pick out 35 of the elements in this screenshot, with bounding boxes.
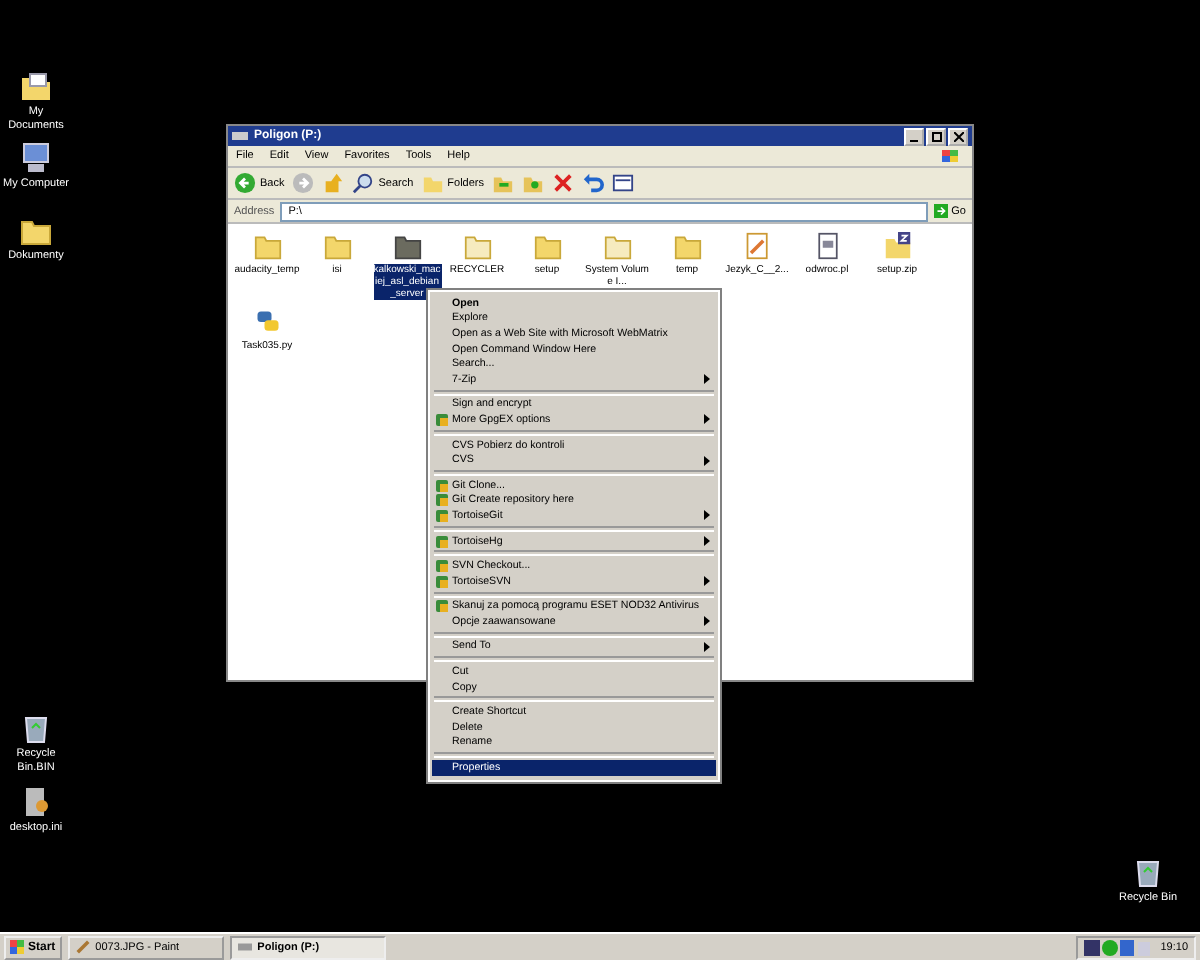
python-file-icon[interactable]: [253, 308, 281, 336]
drive-icon: [237, 940, 252, 954]
up-icon: [322, 172, 345, 194]
delete-button[interactable]: [552, 172, 575, 194]
close-button[interactable]: [948, 127, 968, 145]
folder-icon[interactable]: [393, 232, 421, 260]
minimize-button[interactable]: [904, 127, 924, 145]
search-icon: [352, 172, 375, 194]
bin-icon[interactable]: [1132, 856, 1164, 888]
copy-to-icon: [522, 172, 545, 194]
drive-icon: [232, 130, 248, 142]
tray-icons[interactable]: [1084, 939, 1153, 955]
paint-icon: [75, 940, 90, 954]
text-file-icon[interactable]: [813, 232, 841, 260]
bin-icon[interactable]: [20, 712, 52, 744]
back-icon: [234, 172, 256, 194]
arrow-icon: [933, 204, 948, 218]
windows-logo-icon: [936, 147, 964, 165]
computer-icon[interactable]: [20, 142, 52, 174]
forward-icon: [292, 172, 315, 194]
views-icon: [612, 172, 635, 194]
maximize-icon: [931, 131, 941, 141]
views-button[interactable]: [612, 172, 635, 194]
move-to-icon: [492, 172, 515, 194]
settings-file-icon[interactable]: [20, 786, 52, 818]
documents-icon[interactable]: [20, 70, 52, 102]
zip-file-icon[interactable]: [883, 232, 911, 260]
delete-icon: [552, 172, 575, 194]
windows-logo-icon: [10, 940, 24, 954]
undo-icon: [582, 172, 605, 194]
document-file-icon[interactable]: [743, 232, 771, 260]
close-icon: [953, 131, 963, 141]
maximize-button[interactable]: [926, 127, 946, 145]
undo-button[interactable]: [582, 172, 605, 194]
folders-icon: [421, 172, 444, 194]
